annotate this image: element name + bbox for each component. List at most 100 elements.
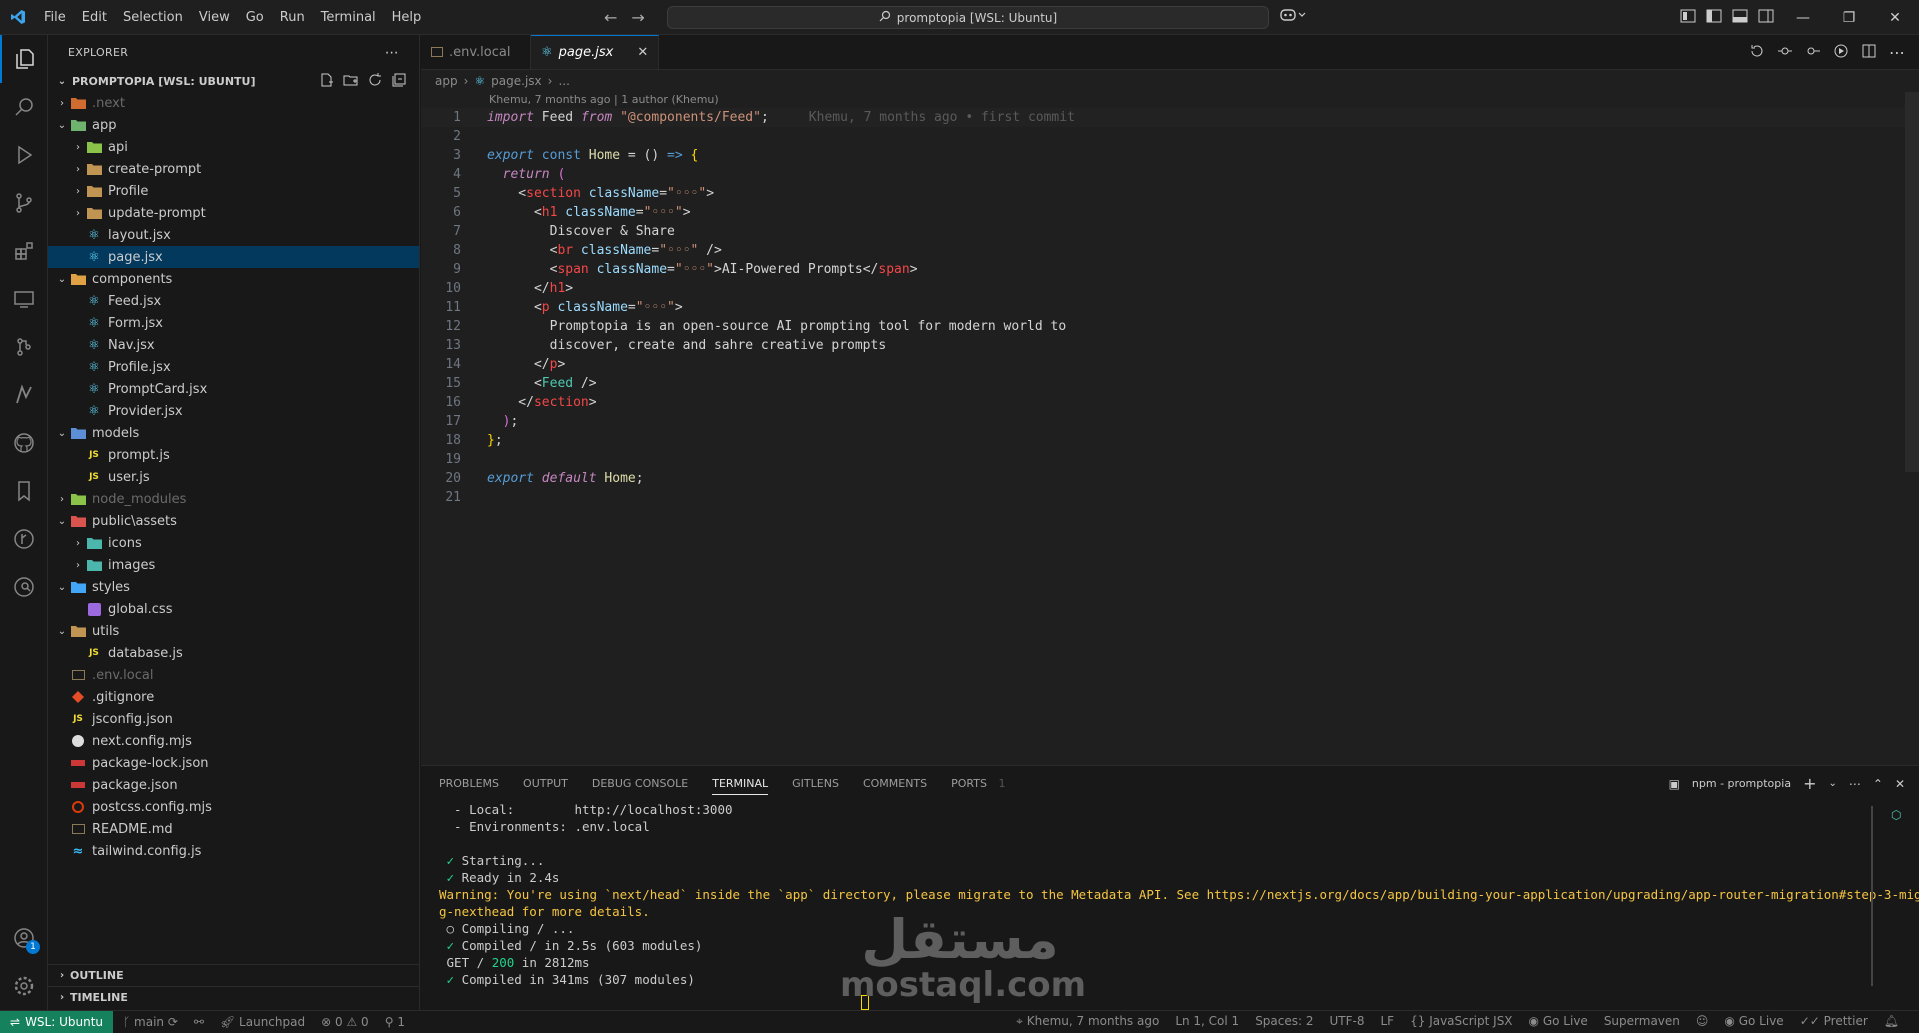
panel-more-icon[interactable]: ⋯ [1849,777,1861,791]
terminal-title[interactable]: npm - promptopia [1692,777,1791,790]
collapse-all-icon[interactable] [391,72,407,91]
tree-file[interactable]: ⚛ Provider.jsx [48,400,419,422]
code-line[interactable]: 4 return ( [421,165,1919,184]
code-line[interactable]: 17 ); [421,412,1919,431]
run-code-icon[interactable] [1833,43,1849,63]
tab-comments[interactable]: COMMENTS [863,777,927,790]
tree-folder[interactable]: › api [48,136,419,158]
code-line[interactable]: 18}; [421,431,1919,450]
ports-indicator[interactable]: ⚲ 1 [385,1015,405,1029]
code-line[interactable]: 15 <Feed /> [421,374,1919,393]
previous-commit-icon[interactable] [1777,43,1793,63]
toggle-sidebar-icon[interactable] [1706,9,1722,27]
tree-folder[interactable]: ⌄ public\assets [48,510,419,532]
code-line[interactable]: 9 <span className="◦◦◦">AI-Powered Promp… [421,260,1919,279]
restore-icon[interactable]: ❐ [1826,10,1872,26]
tree-file[interactable]: README.md [48,818,419,840]
cursor-position[interactable]: Ln 1, Col 1 [1175,1014,1239,1029]
menu-run[interactable]: Run [272,0,313,35]
tree-folder[interactable]: › Profile [48,180,419,202]
code-editor[interactable]: 1 import Feed from "@components/Feed"; Khe… [421,108,1919,507]
graph-icon[interactable]: ⚯ [194,1015,204,1029]
encoding[interactable]: UTF-8 [1330,1014,1365,1029]
end-of-line[interactable]: LF [1380,1014,1394,1029]
tree-folder[interactable]: ⌄ app [48,114,419,136]
tree-file[interactable]: JS prompt.js [48,444,419,466]
breadcrumb-folder[interactable]: app [435,74,458,88]
terminal-scrollbar[interactable] [1871,806,1873,986]
code-line[interactable]: 11 <p className="◦◦◦"> [421,298,1919,317]
code-line[interactable]: 13 discover, create and sahre creative p… [421,336,1919,355]
prettier-status[interactable]: ✓✓ Prettier [1800,1014,1868,1029]
code-line[interactable]: 5 <section className="◦◦◦"> [421,184,1919,203]
extensions-icon[interactable] [0,227,48,275]
search-activity-icon[interactable] [0,83,48,131]
run-debug-icon[interactable] [0,131,48,179]
tree-file[interactable]: JS jsconfig.json [48,708,419,730]
tree-file[interactable]: ⚛ layout.jsx [48,224,419,246]
close-panel-icon[interactable]: ✕ [1895,777,1905,791]
tab-terminal[interactable]: TERMINAL [712,777,769,795]
tree-file[interactable]: ⚛ PromptCard.jsx [48,378,419,400]
menu-help[interactable]: Help [384,0,430,35]
accounts-icon[interactable]: 1 [0,914,48,962]
tab-ports[interactable]: PORTS 1 [951,777,1005,790]
copilot-icon[interactable] [1280,8,1306,26]
chevron-down-icon[interactable]: ⌄ [1828,778,1836,789]
code-line[interactable]: 14 </p> [421,355,1919,374]
code-line[interactable]: 1 import Feed from "@components/Feed"; Khe… [421,108,1919,127]
close-tab-icon[interactable]: ✕ [637,45,648,60]
tree-file[interactable]: ⚛ Form.jsx [48,312,419,334]
open-changes-icon[interactable] [1749,43,1765,63]
code-line[interactable]: 16 </section> [421,393,1919,412]
remote-indicator[interactable]: ⇌ WSL: Ubuntu [0,1010,114,1033]
tree-folder[interactable]: ⌄ components [48,268,419,290]
launchpad-indicator[interactable]: 🚀︎ Launchpad [220,1015,305,1029]
back-arrow-icon[interactable]: ← [604,8,617,27]
go-live-1[interactable]: ◉ Go Live [1529,1014,1588,1029]
menu-file[interactable]: File [36,0,74,35]
tree-file[interactable]: .gitignore [48,686,419,708]
workspace-root[interactable]: ⌄ PROMPTOPIA [WSL: UBUNTU] [48,70,419,92]
tree-file[interactable]: JS user.js [48,466,419,488]
tree-file[interactable]: JS database.js [48,642,419,664]
maximize-panel-icon[interactable]: ⌃ [1873,777,1883,791]
next-commit-icon[interactable] [1805,43,1821,63]
toggle-panel-icon[interactable] [1732,9,1748,27]
editor-scrollbar[interactable] [1905,92,1919,472]
customize-layout-icon[interactable] [1680,9,1696,27]
github-icon[interactable] [0,419,48,467]
tree-file[interactable]: global.css [48,598,419,620]
forward-arrow-icon[interactable]: → [631,8,644,27]
tree-folder[interactable]: › update-prompt [48,202,419,224]
code-line[interactable]: 19 [421,450,1919,469]
menu-view[interactable]: View [191,0,238,35]
codelens-blame[interactable]: Khemu, 7 months ago | 1 author (Khemu) [421,92,1919,108]
remote-explorer-icon[interactable] [0,275,48,323]
code-line[interactable]: 7 Discover & Share [421,222,1919,241]
menu-selection[interactable]: Selection [115,0,191,35]
explorer-icon[interactable] [0,35,48,83]
tab-gitlens[interactable]: GITLENS [792,777,839,790]
indentation[interactable]: Spaces: 2 [1255,1014,1313,1029]
terminal-list-icon[interactable]: ⬡ [1891,808,1901,822]
terminal-output[interactable]: - Local: http://localhost:3000 - Environ… [421,801,1919,988]
tree-file[interactable]: ⚛ Nav.jsx [48,334,419,356]
outline-section[interactable]: › OUTLINE [48,964,420,986]
split-editor-icon[interactable] [1861,43,1877,63]
code-line[interactable]: 21 [421,488,1919,507]
refresh-icon[interactable] [367,72,383,91]
tree-file[interactable]: ⚛ page.jsx [48,246,419,268]
tree-file[interactable]: ⚛ Feed.jsx [48,290,419,312]
bookmark-icon[interactable] [0,467,48,515]
branch-indicator[interactable]: ᚴ main ⟳ [123,1015,178,1029]
tree-file[interactable]: next.config.mjs [48,730,419,752]
more-actions-icon[interactable]: ⋯ [385,45,399,61]
supermaven-status[interactable]: Supermaven [1604,1014,1680,1029]
code-line[interactable]: 8 <br className="◦◦◦" /> [421,241,1919,260]
language-mode[interactable]: {} JavaScript JSX [1410,1014,1512,1029]
tab-output[interactable]: OUTPUT [523,777,568,790]
new-terminal-icon[interactable]: + [1803,774,1816,793]
tree-folder[interactable]: › node_modules [48,488,419,510]
source-control-icon[interactable] [0,179,48,227]
